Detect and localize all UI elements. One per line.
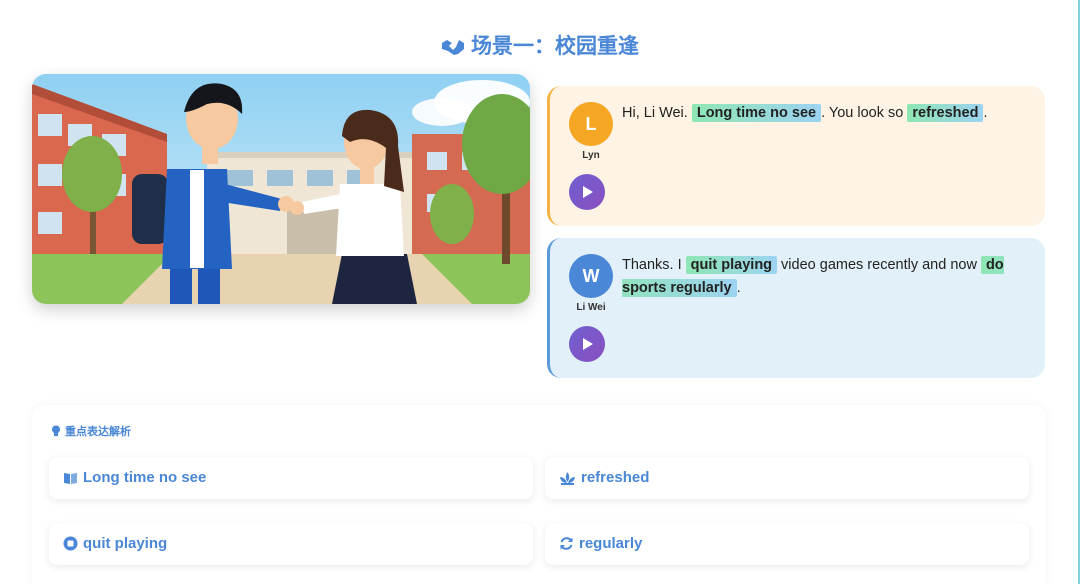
key-expressions-panel: 重点表达解析 Long time no see refreshed quit p… (32, 405, 1046, 584)
play-audio-button[interactable] (569, 174, 605, 210)
dialogue-line: Hi, Li Wei. Long time no see. You look s… (622, 102, 1034, 125)
dialogue-bubble-lyn: L Lyn Hi, Li Wei. Long time no see. You … (547, 86, 1045, 226)
dialogue-text: . (983, 105, 988, 121)
highlighted-phrase: quit playing (685, 256, 778, 274)
avatar: W (569, 254, 613, 298)
speaker-name: Li Wei (576, 302, 606, 313)
dialogue-bubble-li-wei: W Li Wei Thanks. I quit playing video ga… (547, 238, 1045, 378)
handshake-icon (441, 37, 465, 62)
expression-card-regularly[interactable]: regularly (545, 523, 1029, 565)
dialogue-text: video games recently and now (777, 257, 981, 273)
expression-label: regularly (579, 535, 643, 552)
highlighted-phrase: Long time no see (691, 104, 822, 122)
key-expressions-title: 重点表达解析 (51, 423, 131, 440)
avatar: L (569, 102, 613, 146)
dialogue-text: . You look so (821, 105, 908, 121)
dialogue-text: Thanks. I (622, 257, 686, 273)
dialogue-line: Thanks. I quit playing video games recen… (622, 254, 1034, 300)
key-expressions-title-text: 重点表达解析 (65, 426, 131, 438)
stop-circle-icon (63, 526, 78, 568)
dialogue-text: . (736, 280, 741, 296)
book-icon (63, 460, 78, 502)
expression-label: refreshed (581, 469, 650, 486)
scene-title-text: 场景一：校园重逢 (471, 34, 639, 58)
expression-card-long-time-no-see[interactable]: Long time no see (49, 457, 533, 499)
speaker-name: Lyn (582, 150, 600, 161)
lightbulb-icon (51, 425, 61, 440)
expression-card-refreshed[interactable]: refreshed (545, 457, 1029, 499)
highlighted-phrase: refreshed (907, 104, 984, 122)
expression-card-quit-playing[interactable]: quit playing (49, 523, 533, 565)
lotus-icon (559, 460, 576, 502)
refresh-icon (559, 526, 574, 568)
expression-label: quit playing (83, 535, 168, 552)
play-audio-button[interactable] (569, 326, 605, 362)
scene-illustration (32, 74, 530, 304)
dialogue-text: Hi, Li Wei. (622, 105, 692, 121)
expression-label: Long time no see (83, 469, 207, 486)
scene-title: 场景一：校园重逢 (0, 30, 1080, 62)
